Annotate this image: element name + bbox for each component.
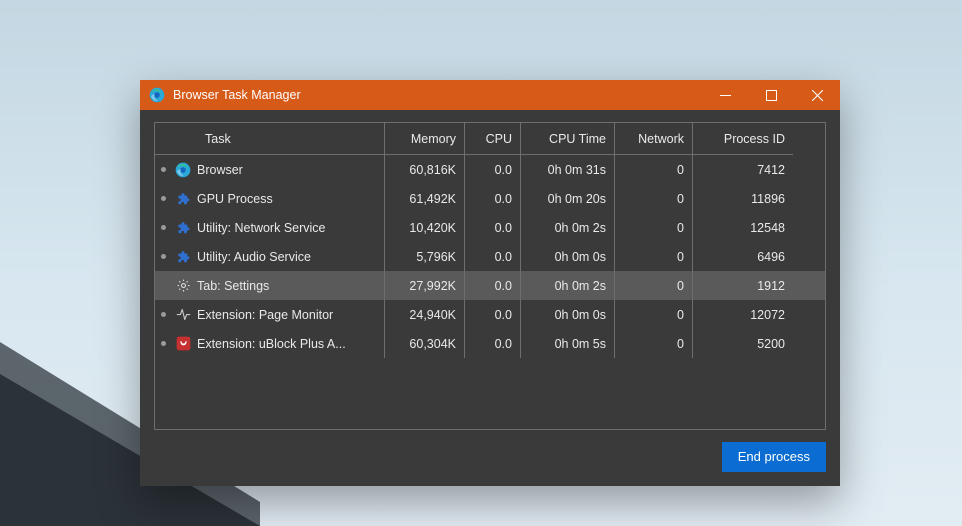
expand-bullet [155, 213, 171, 242]
table-row[interactable]: Extension: uBlock Plus A...60,304K0.00h … [155, 329, 825, 358]
puzzle-icon [171, 184, 195, 213]
cell-memory: 27,992K [385, 271, 465, 300]
cell-cpu: 0.0 [465, 184, 521, 213]
cell-network: 0 [615, 184, 693, 213]
minimize-button[interactable] [702, 80, 748, 110]
cell-pid: 7412 [693, 155, 793, 184]
table-header-row: Task Memory CPU CPU Time Network Process… [155, 123, 825, 155]
col-process-id[interactable]: Process ID [693, 123, 793, 155]
cell-network: 0 [615, 155, 693, 184]
activity-icon [171, 300, 195, 329]
expand-bullet [155, 271, 171, 300]
expand-bullet [155, 155, 171, 184]
cell-task: Extension: uBlock Plus A... [195, 329, 385, 358]
titlebar[interactable]: Browser Task Manager [140, 80, 840, 110]
cell-task: GPU Process [195, 184, 385, 213]
table-row[interactable]: GPU Process61,492K0.00h 0m 20s011896 [155, 184, 825, 213]
close-button[interactable] [794, 80, 840, 110]
expand-bullet [155, 300, 171, 329]
cell-network: 0 [615, 329, 693, 358]
cell-pid: 12072 [693, 300, 793, 329]
gear-icon [171, 271, 195, 300]
table-row[interactable]: Browser60,816K0.00h 0m 31s07412 [155, 155, 825, 184]
cell-cpu-time: 0h 0m 2s [521, 213, 615, 242]
cell-cpu-time: 0h 0m 5s [521, 329, 615, 358]
cell-cpu: 0.0 [465, 242, 521, 271]
col-task[interactable]: Task [195, 123, 385, 155]
cell-memory: 10,420K [385, 213, 465, 242]
cell-pid: 6496 [693, 242, 793, 271]
cell-task: Extension: Page Monitor [195, 300, 385, 329]
cell-network: 0 [615, 242, 693, 271]
process-table: Task Memory CPU CPU Time Network Process… [154, 122, 826, 430]
cell-cpu-time: 0h 0m 2s [521, 271, 615, 300]
cell-pid: 12548 [693, 213, 793, 242]
cell-memory: 60,816K [385, 155, 465, 184]
expand-bullet [155, 242, 171, 271]
cell-cpu: 0.0 [465, 271, 521, 300]
table-row[interactable]: Utility: Network Service10,420K0.00h 0m … [155, 213, 825, 242]
cell-cpu: 0.0 [465, 329, 521, 358]
edge-icon [171, 155, 195, 184]
table-row[interactable]: Utility: Audio Service5,796K0.00h 0m 0s0… [155, 242, 825, 271]
cell-pid: 11896 [693, 184, 793, 213]
maximize-button[interactable] [748, 80, 794, 110]
app-icon [148, 86, 166, 104]
cell-network: 0 [615, 271, 693, 300]
table-row[interactable]: Tab: Settings27,992K0.00h 0m 2s01912 [155, 271, 825, 300]
expand-bullet [155, 329, 171, 358]
cell-memory: 61,492K [385, 184, 465, 213]
cell-pid: 5200 [693, 329, 793, 358]
cell-cpu: 0.0 [465, 155, 521, 184]
cell-pid: 1912 [693, 271, 793, 300]
col-cpu[interactable]: CPU [465, 123, 521, 155]
cell-cpu: 0.0 [465, 300, 521, 329]
cell-memory: 60,304K [385, 329, 465, 358]
cell-cpu-time: 0h 0m 0s [521, 300, 615, 329]
cell-task: Tab: Settings [195, 271, 385, 300]
cell-network: 0 [615, 300, 693, 329]
puzzle-icon [171, 213, 195, 242]
cell-task: Utility: Network Service [195, 213, 385, 242]
ublock-icon [171, 329, 195, 358]
cell-memory: 5,796K [385, 242, 465, 271]
window-title: Browser Task Manager [173, 88, 301, 102]
puzzle-icon [171, 242, 195, 271]
cell-task: Browser [195, 155, 385, 184]
end-process-button[interactable]: End process [722, 442, 826, 472]
cell-memory: 24,940K [385, 300, 465, 329]
cell-cpu-time: 0h 0m 20s [521, 184, 615, 213]
task-manager-window: Browser Task Manager Task Memory CPU CPU… [140, 80, 840, 486]
expand-bullet [155, 184, 171, 213]
table-row[interactable]: Extension: Page Monitor24,940K0.00h 0m 0… [155, 300, 825, 329]
cell-task: Utility: Audio Service [195, 242, 385, 271]
col-memory[interactable]: Memory [385, 123, 465, 155]
cell-cpu-time: 0h 0m 31s [521, 155, 615, 184]
col-cpu-time[interactable]: CPU Time [521, 123, 615, 155]
cell-cpu: 0.0 [465, 213, 521, 242]
cell-network: 0 [615, 213, 693, 242]
cell-cpu-time: 0h 0m 0s [521, 242, 615, 271]
col-network[interactable]: Network [615, 123, 693, 155]
